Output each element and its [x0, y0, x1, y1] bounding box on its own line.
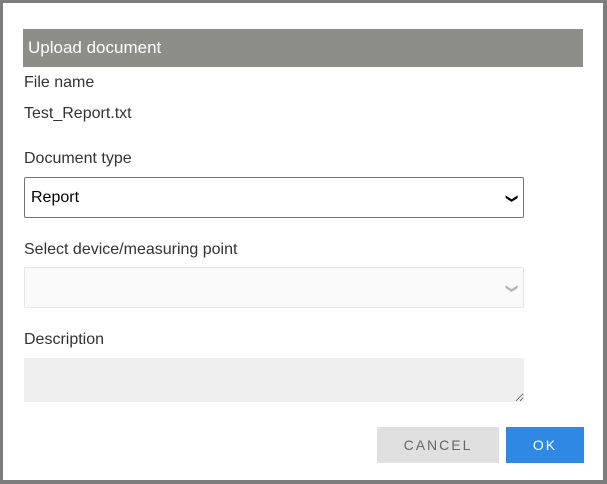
chevron-down-icon: ❯	[505, 193, 520, 204]
device-label: Select device/measuring point	[24, 241, 238, 258]
document-type-select[interactable]: Report ❯	[24, 177, 524, 218]
description-input[interactable]	[24, 358, 524, 402]
file-name-label: File name	[24, 74, 95, 91]
description-label: Description	[24, 331, 105, 348]
dialog-title: Upload document	[23, 29, 583, 67]
cancel-button[interactable]: CANCEL	[377, 427, 499, 463]
chevron-down-icon: ❯	[505, 283, 520, 294]
ok-button[interactable]: OK	[506, 427, 584, 463]
file-name-value: Test_Report.txt	[24, 105, 132, 122]
document-type-label: Document type	[24, 150, 132, 167]
device-select[interactable]: ❯	[24, 267, 524, 308]
upload-document-dialog: Upload document File name Test_Report.tx…	[3, 3, 603, 480]
document-type-value: Report	[31, 189, 80, 206]
